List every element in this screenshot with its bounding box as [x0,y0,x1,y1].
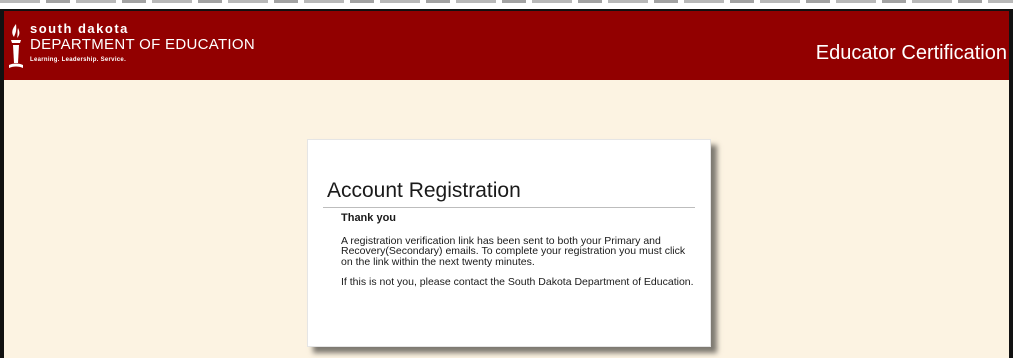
torch-icon [9,24,23,68]
cropped-toolbar-remnant [0,0,1013,3]
card-title: Account Registration [327,179,521,202]
app-title: Educator Certification [815,42,1007,64]
thank-you-heading: Thank you [341,212,397,224]
verification-message: A registration verification link has bee… [341,234,686,268]
site-header: south dakota DEPARTMENT OF EDUCATION Lea… [4,11,1009,80]
registration-card: Account Registration Thank you A registr… [307,139,711,347]
sd-doe-logo[interactable]: south dakota DEPARTMENT OF EDUCATION Lea… [8,21,268,75]
browser-top-strip [0,0,1013,9]
browser-viewport: south dakota DEPARTMENT OF EDUCATION Lea… [0,9,1013,358]
contact-message: If this is not you, please contact the S… [341,276,694,288]
logo-state-name: south dakota [30,21,129,36]
logo-tagline: Learning. Leadership. Service. [30,57,127,63]
logo-department-name: DEPARTMENT OF EDUCATION [30,36,255,53]
card-divider [323,207,695,208]
card-body: Thank you A registration verification li… [341,213,696,298]
